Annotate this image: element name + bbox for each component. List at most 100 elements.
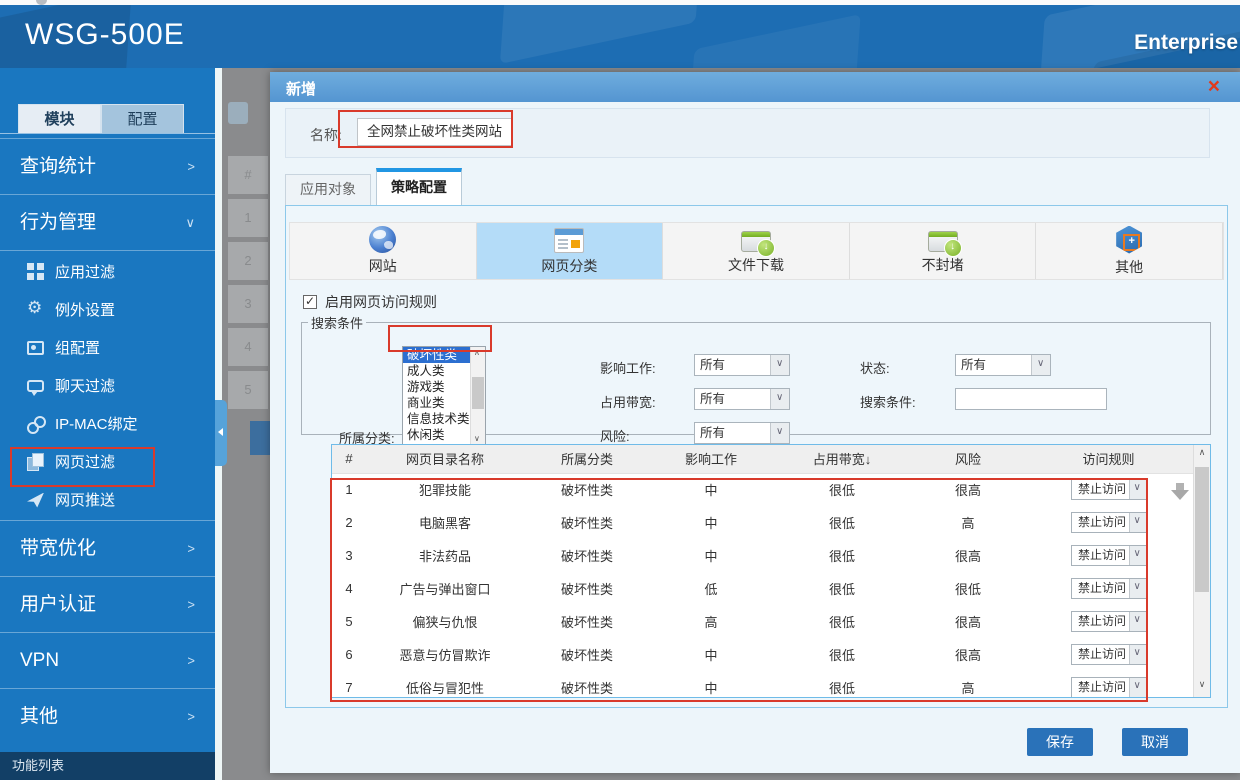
- access-rule-select[interactable]: 禁止访问: [1070, 545, 1147, 566]
- cell-bandwidth: 很低: [828, 582, 855, 597]
- column-header[interactable]: #: [332, 445, 366, 474]
- policy-type-tab-label: 其他: [1115, 258, 1144, 275]
- table-scrollbar[interactable]: ∧ ∨: [1193, 445, 1210, 697]
- chevron-down-icon: [1031, 355, 1050, 375]
- enable-rule-checkbox[interactable]: [303, 294, 317, 309]
- cell-category-name: 广告与弹出窗口: [399, 582, 491, 597]
- scroll-down-icon[interactable]: ∨: [1194, 679, 1210, 695]
- cell-parent-category: 破坏性类: [560, 549, 613, 564]
- cell-number: 2: [345, 515, 353, 530]
- column-header[interactable]: 所属分类: [524, 445, 650, 474]
- sidebar-group[interactable]: 带宽优化 >: [0, 520, 215, 576]
- access-rule-select[interactable]: 禁止访问: [1070, 644, 1147, 665]
- modal-tab[interactable]: 策略配置: [376, 168, 462, 205]
- status-select[interactable]: 所有: [955, 354, 1051, 376]
- gear-icon: [27, 298, 44, 318]
- header-pattern: [689, 14, 861, 68]
- table-row[interactable]: 3 非法药品 破坏性类 中 很低 很高 禁止访问: [332, 539, 1193, 572]
- sidebar-group[interactable]: 查询统计 >: [0, 139, 215, 195]
- close-icon[interactable]: [1208, 74, 1220, 100]
- bandwidth-select[interactable]: 所有: [694, 388, 790, 410]
- cell-bandwidth: 很低: [828, 516, 855, 531]
- access-rule-select[interactable]: 禁止访问: [1070, 578, 1147, 599]
- sidebar-item[interactable]: 网页过滤: [0, 442, 215, 480]
- column-header[interactable]: 影响工作: [650, 445, 772, 474]
- listbox-scroll-thumb[interactable]: [472, 377, 484, 409]
- category-option[interactable]: 成人类: [403, 363, 470, 379]
- cell-category-name: 电脑黑客: [418, 516, 471, 531]
- access-rule-select[interactable]: 禁止访问: [1070, 611, 1147, 632]
- access-rule-select[interactable]: 禁止访问: [1070, 479, 1147, 501]
- cell-bandwidth: 很低: [828, 549, 855, 564]
- table-row[interactable]: 1 犯罪技能 破坏性类 中 很低 很高 禁止访问: [332, 473, 1193, 506]
- sidebar-item[interactable]: 组配置: [0, 328, 215, 366]
- table-row[interactable]: 4 广告与弹出窗口 破坏性类 低 很低 很低 禁止访问: [332, 572, 1193, 605]
- chevron-down-icon: [1128, 546, 1146, 565]
- policy-type-tab[interactable]: 文件下载: [663, 223, 850, 279]
- keyword-input[interactable]: [955, 388, 1107, 410]
- column-header[interactable]: 网页目录名称: [366, 445, 524, 474]
- sidebar-mode-tab[interactable]: 配置: [101, 104, 184, 133]
- sidebar-item[interactable]: 例外设置: [0, 290, 215, 328]
- move-down-icon[interactable]: [1171, 483, 1189, 502]
- header-pattern: [499, 5, 701, 64]
- access-rule-select[interactable]: 禁止访问: [1070, 512, 1147, 533]
- table-row[interactable]: 6 恶意与仿冒欺诈 破坏性类 中 很低 很高 禁止访问: [332, 638, 1193, 671]
- column-header[interactable]: 访问规则: [1024, 445, 1193, 474]
- category-option[interactable]: 游戏类: [403, 379, 470, 395]
- sidebar-groups-bottom: 带宽优化 > 用户认证 > VPN > 其他 >: [0, 520, 215, 744]
- name-input[interactable]: 全网禁止破坏性类网站: [357, 118, 512, 146]
- cell-number: 4: [345, 581, 353, 596]
- modal-tab[interactable]: 应用对象: [285, 174, 371, 205]
- send-icon: [27, 492, 44, 508]
- policy-type-tab[interactable]: 其他: [1036, 223, 1223, 279]
- column-header[interactable]: 风险: [912, 445, 1024, 474]
- sidebar-item[interactable]: 聊天过滤: [0, 366, 215, 404]
- table-row[interactable]: 7 低俗与冒犯性 破坏性类 中 很低 高 禁止访问: [332, 671, 1193, 697]
- save-button[interactable]: 保存: [1027, 728, 1093, 756]
- policy-type-tab[interactable]: 不封堵: [850, 223, 1037, 279]
- sidebar-collapse-handle[interactable]: [215, 400, 227, 466]
- column-header[interactable]: 占用带宽↓: [772, 445, 912, 474]
- category-option[interactable]: 休闲类: [403, 427, 470, 443]
- webpage-icon: [27, 452, 44, 471]
- chevron-down-icon: [1128, 480, 1146, 500]
- sidebar: 模块 配置 查询统计 > 行为管理 ∨ 应用过滤 例外: [0, 68, 215, 780]
- cell-number: 7: [345, 680, 353, 695]
- cancel-button[interactable]: 取消: [1122, 728, 1188, 756]
- sidebar-group[interactable]: VPN >: [0, 632, 215, 688]
- cell-category-name: 恶意与仿冒欺诈: [399, 648, 491, 663]
- sidebar-group[interactable]: 行为管理 ∨: [0, 195, 215, 251]
- sidebar-group[interactable]: 其他 >: [0, 688, 215, 744]
- sidebar-item[interactable]: 网页推送: [0, 480, 215, 518]
- sidebar-mode-tab[interactable]: 模块: [18, 104, 101, 133]
- sidebar-group[interactable]: 用户认证 >: [0, 576, 215, 632]
- policy-type-tab[interactable]: 网页分类: [476, 223, 664, 279]
- hexagon-plus-icon: [1116, 225, 1143, 254]
- search-conditions-fieldset: 搜索条件 所属分类: 破坏性类 成人类 游戏类 商业类 信息技术类 休闲类 ∧ …: [301, 313, 1211, 446]
- category-option[interactable]: 破坏性类: [403, 347, 470, 363]
- globe-icon: [369, 226, 397, 253]
- listbox-scrollbar[interactable]: [470, 347, 485, 444]
- cell-risk: 高: [961, 516, 975, 531]
- impact-select[interactable]: 所有: [694, 354, 790, 376]
- table-row[interactable]: 5 偏狭与仇恨 破坏性类 高 很低 很高 禁止访问: [332, 605, 1193, 638]
- policy-type-tab[interactable]: 网站: [290, 223, 477, 279]
- risk-select[interactable]: 所有: [694, 422, 790, 444]
- cell-impact: 中: [704, 648, 718, 663]
- cell-impact: 中: [704, 483, 718, 499]
- category-option[interactable]: 信息技术类: [403, 411, 470, 427]
- table-scroll-thumb[interactable]: [1195, 467, 1209, 592]
- cell-parent-category: 破坏性类: [560, 483, 613, 499]
- impact-label: 影响工作:: [600, 361, 656, 376]
- cell-parent-category: 破坏性类: [560, 681, 613, 696]
- scroll-up-icon[interactable]: ∧: [1194, 447, 1210, 463]
- name-label: 名称:: [310, 127, 342, 143]
- cell-risk: 很高: [954, 483, 981, 499]
- sidebar-item[interactable]: 应用过滤: [0, 252, 215, 290]
- sidebar-item[interactable]: IP-MAC绑定: [0, 404, 215, 442]
- access-rule-select[interactable]: 禁止访问: [1070, 677, 1147, 697]
- table-row[interactable]: 2 电脑黑客 破坏性类 中 很低 高 禁止访问: [332, 506, 1193, 539]
- table-header-row: # 网页目录名称 所属分类 影响工作 占用带宽↓ 风险 访问规则: [332, 445, 1193, 474]
- category-option[interactable]: 商业类: [403, 395, 470, 411]
